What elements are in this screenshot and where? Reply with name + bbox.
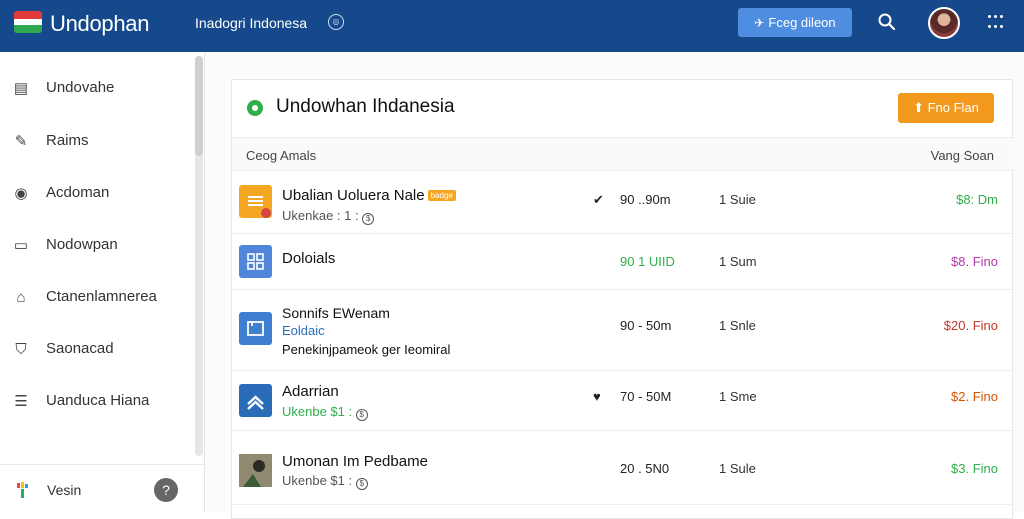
row-count: 1 Suie	[719, 192, 756, 207]
row-name: Doloials	[282, 250, 336, 267]
primary-action-label: Fno Flan	[927, 100, 979, 115]
document-icon: ▤	[13, 80, 29, 97]
window-icon	[239, 312, 272, 345]
grid-icon	[239, 245, 272, 278]
row-price: $20. Fino	[943, 318, 998, 333]
scrollbar-thumb[interactable]	[195, 56, 203, 156]
row-name: Sonnifs EWenam	[282, 305, 390, 321]
results-card: Undowhan Ihdanesia ⬆ Fno Flan Ceog Amals…	[231, 79, 1014, 519]
sidebar-scrollbar[interactable]	[195, 56, 203, 456]
row-count: 1 Sule	[719, 461, 756, 476]
row-subtitle: Ukenbe $1 : $	[282, 473, 368, 490]
search-icon[interactable]	[876, 11, 898, 33]
edit-icon: ✎	[14, 133, 28, 150]
apps-grid-icon[interactable]	[988, 15, 1004, 31]
chevron-up-icon	[239, 384, 272, 417]
list-icon: ☰	[14, 393, 28, 410]
table-row[interactable]: Sonnifs EWenam Eoldaic Penekinjpameok ge…	[232, 290, 1014, 371]
plane-icon: ✈	[754, 16, 765, 30]
monitor-icon: ▭	[13, 237, 29, 254]
region-label: Inadogri Indonesa	[195, 15, 308, 31]
sidebar-item-label: Uanduca Hiana	[46, 392, 150, 409]
table-row[interactable]: Adarrian Ukenbe $1 : $ ♥ 70 - 50M 1 Sme …	[232, 371, 1014, 431]
row-name: Ubalian Uoluera Nale badge	[282, 187, 456, 204]
sidebar-item-label: Raims	[46, 132, 89, 149]
sidebar-item-label: Acdoman	[46, 184, 110, 201]
sidebar-item-nodowpan[interactable]: ▭ Nodowpan	[0, 225, 190, 265]
sidebar-item-ctanenlamnerea[interactable]: ⌂ Ctanenlamnerea	[0, 277, 190, 317]
row-price: $2. Fino	[951, 389, 998, 404]
row-price: $8. Fino	[951, 254, 998, 269]
row-count: 1 Snle	[719, 318, 756, 333]
row-price: $8: Dm	[956, 192, 998, 207]
row-subtitle: Ukenbe $1 : $	[282, 404, 368, 421]
coin-icon: $	[355, 478, 368, 490]
sidebar-item-label: Undovahe	[46, 79, 115, 96]
cta-button[interactable]: ✈ Fceg dileon	[738, 8, 852, 37]
help-icon[interactable]: ?	[154, 478, 178, 502]
sidebar-item-label: Ctanenlamnerea	[46, 288, 157, 305]
row-subtitle: Eoldaic	[282, 323, 325, 338]
row-range: 90 ..90m	[620, 192, 671, 207]
upload-icon: ⬆	[913, 100, 928, 115]
sidebar-item-uanduca-hiana[interactable]: ☰ Uanduca Hiana	[0, 381, 190, 421]
coin-icon: $	[355, 409, 368, 421]
row-name: Umonan Im Pedbame	[282, 453, 428, 470]
app-name[interactable]: Undophan	[50, 11, 149, 37]
sidebar-item-undovahe[interactable]: ▤ Undovahe	[0, 68, 190, 108]
sidebar-footer: Vesin ?	[0, 464, 204, 512]
row-count: 1 Sme	[719, 389, 757, 404]
row-range: 70 - 50M	[620, 389, 672, 404]
version-label[interactable]: Vesin	[47, 482, 81, 498]
row-range: 90 - 50m	[620, 318, 672, 333]
document-icon	[239, 185, 272, 218]
row-name: Adarrian	[282, 383, 339, 400]
column-header-right[interactable]: Vang Soan	[931, 148, 994, 163]
sidebar-item-raims[interactable]: ✎ Raims	[0, 121, 190, 161]
column-header-left[interactable]: Ceog Amals	[246, 148, 316, 163]
sidebar-item-saonacad[interactable]: ⛉ Saonacad	[0, 329, 190, 369]
page-title: Undowhan Ihdanesia	[276, 96, 455, 117]
row-range: 90 1 UIID	[620, 254, 675, 269]
row-subtitle: Ukenkae : 1 : $	[282, 208, 375, 225]
row-range: 20 . 5N0	[620, 461, 670, 476]
check-icon: ✔	[593, 192, 604, 207]
sidebar-item-label: Saonacad	[46, 340, 114, 357]
table-row[interactable]: Ubalian Uoluera Nale badge Ukenkae : 1 : …	[232, 172, 1014, 234]
row-count: 1 Sum	[719, 254, 757, 269]
coin-icon: $	[362, 213, 375, 225]
table-header: Ceog Amals Vang Soan	[232, 137, 1014, 171]
row-description: Penekinjpameok ger Ieomiral	[282, 342, 451, 357]
photo-icon	[239, 454, 272, 487]
flag-icon	[14, 11, 42, 33]
primary-action-button[interactable]: ⬆ Fno Flan	[898, 93, 994, 123]
new-badge: badge	[427, 190, 456, 201]
version-icon	[16, 481, 30, 499]
status-dot-icon	[247, 100, 263, 116]
main-content: Undowhan Ihdanesia ⬆ Fno Flan Ceog Amals…	[205, 52, 1024, 519]
shield-icon: ⛉	[15, 341, 27, 358]
sidebar-item-acdoman[interactable]: ◉ Acdoman	[0, 173, 190, 213]
globe-icon[interactable]: ◎	[328, 14, 344, 30]
row-price: $3. Fino	[951, 461, 998, 476]
top-bar: Undophan Inadogri Indonesa ◎ ✈ Fceg dileo…	[0, 0, 1024, 52]
heart-icon[interactable]: ♥	[593, 389, 601, 404]
avatar[interactable]	[928, 7, 960, 39]
sidebar: ▤ Undovahe ✎ Raims ◉ Acdoman ▭ Nodowpan …	[0, 52, 205, 512]
cta-label: Fceg dileon	[768, 15, 836, 30]
table-row[interactable]: Umonan Im Pedbame Ukenbe $1 : $ 20 . 5N0…	[232, 431, 1014, 505]
table-row[interactable]: Doloials 90 1 UIID 1 Sum $8. Fino	[232, 234, 1014, 290]
building-icon: ⌂	[16, 289, 26, 306]
sidebar-item-label: Nodowpan	[46, 236, 118, 253]
target-icon: ◉	[14, 185, 28, 202]
